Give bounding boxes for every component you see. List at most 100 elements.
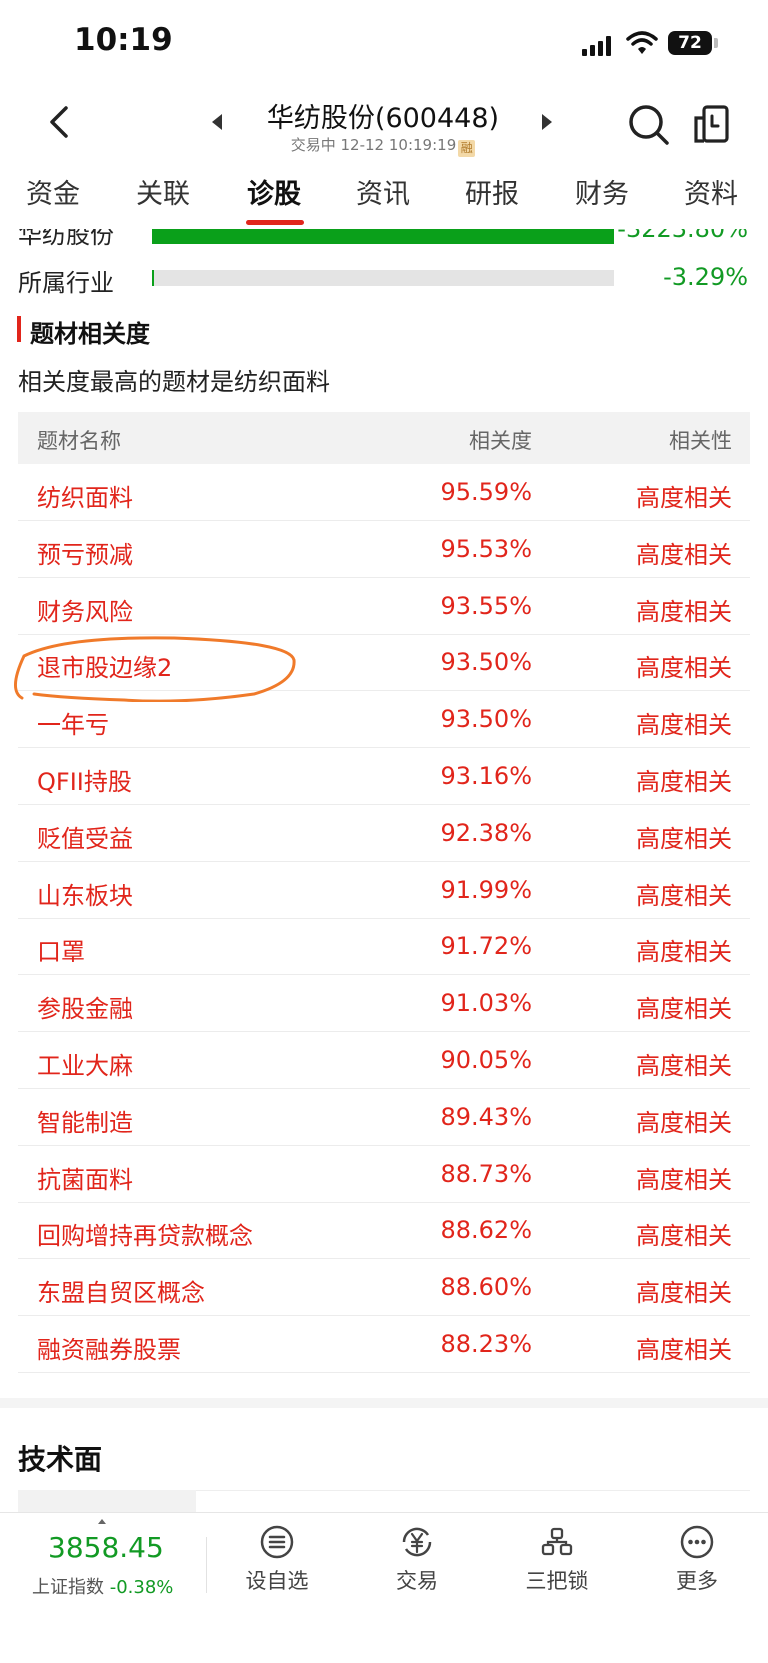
stock-bar-fill bbox=[152, 229, 614, 244]
theme-level: 高度相关 bbox=[636, 938, 732, 967]
theme-level: 高度相关 bbox=[636, 1279, 732, 1308]
theme-name: 抗菌面料 bbox=[37, 1165, 133, 1194]
theme-level: 高度相关 bbox=[636, 711, 732, 740]
index-value[interactable]: 3858.45 bbox=[48, 1531, 164, 1564]
nav-label: 更多 bbox=[676, 1569, 718, 1593]
column-header-name: 题材名称 bbox=[37, 429, 121, 453]
theme-row[interactable]: 纺织面料 95.59% 高度相关 bbox=[18, 464, 750, 521]
theme-score: 88.60% bbox=[440, 1273, 532, 1302]
theme-level: 高度相关 bbox=[636, 824, 732, 853]
theme-score: 88.62% bbox=[440, 1216, 532, 1245]
theme-name: 纺织面料 bbox=[37, 484, 133, 512]
theme-row[interactable]: 工业大麻 90.05% 高度相关 bbox=[18, 1032, 750, 1089]
theme-score: 88.73% bbox=[440, 1159, 532, 1188]
theme-name: 口罩 bbox=[37, 938, 85, 967]
stock-bar-row: 华纺股份 -3223.80% bbox=[0, 229, 768, 255]
section-marker bbox=[17, 316, 21, 342]
back-icon[interactable] bbox=[44, 104, 74, 140]
stock-status: 交易中 12-12 10:19:19 融 bbox=[230, 134, 536, 157]
theme-row[interactable]: 财务风险 93.55% 高度相关 bbox=[18, 578, 750, 635]
theme-score: 90.05% bbox=[440, 1046, 532, 1074]
index-label[interactable]: 上证指数 -0.38% bbox=[32, 1573, 173, 1599]
index-change: -0.38% bbox=[109, 1577, 174, 1598]
nav-watchlist[interactable]: 设自选 bbox=[222, 1525, 332, 1595]
theme-level: 高度相关 bbox=[636, 768, 732, 796]
theme-level: 高度相关 bbox=[636, 1336, 732, 1364]
theme-score: 91.72% bbox=[440, 932, 532, 961]
theme-score: 92.38% bbox=[440, 818, 532, 847]
tab-profile[interactable]: 资料 bbox=[684, 172, 738, 211]
status-time: 10:19 bbox=[74, 22, 173, 58]
lock-group-icon bbox=[541, 1527, 573, 1556]
theme-level: 高度相关 bbox=[636, 484, 732, 512]
column-header-level: 相关性 bbox=[669, 429, 732, 453]
stock-title: 华纺股份(600448) bbox=[266, 103, 500, 134]
theme-name: 工业大麻 bbox=[37, 1052, 133, 1080]
search-icon[interactable] bbox=[628, 104, 670, 146]
theme-level: 高度相关 bbox=[636, 597, 732, 626]
bar-value: -3.29% bbox=[663, 263, 748, 291]
section-gap bbox=[0, 1398, 768, 1408]
share-icon[interactable] bbox=[692, 104, 730, 144]
theme-name: 融资融券股票 bbox=[37, 1336, 181, 1364]
next-stock-icon[interactable] bbox=[542, 114, 552, 130]
caret-up-icon[interactable] bbox=[98, 1519, 106, 1524]
tab-related[interactable]: 关联 bbox=[136, 172, 190, 211]
industry-bar-fill bbox=[152, 270, 154, 286]
theme-score: 93.50% bbox=[440, 705, 532, 734]
section-title: 题材相关度 bbox=[30, 320, 150, 348]
theme-level: 高度相关 bbox=[636, 995, 732, 1024]
tab-diagnosis[interactable]: 诊股 bbox=[247, 172, 301, 211]
list-icon bbox=[260, 1525, 294, 1559]
tab-research[interactable]: 研报 bbox=[465, 172, 519, 211]
theme-score: 95.59% bbox=[440, 478, 532, 506]
theme-score: 91.99% bbox=[440, 875, 532, 904]
theme-level: 高度相关 bbox=[636, 1222, 732, 1251]
yen-exchange-icon bbox=[402, 1527, 432, 1557]
prev-stock-icon[interactable] bbox=[212, 114, 222, 130]
theme-name: 回购增持再贷款概念 bbox=[37, 1222, 253, 1251]
bar-track bbox=[152, 270, 614, 286]
theme-name: 东盟自贸区概念 bbox=[37, 1279, 205, 1308]
divider bbox=[206, 1537, 207, 1593]
theme-row[interactable]: 山东板块 91.99% 高度相关 bbox=[18, 862, 750, 919]
theme-row[interactable]: 智能制造 89.43% 高度相关 bbox=[18, 1089, 750, 1146]
theme-name: QFII持股 bbox=[37, 768, 132, 796]
theme-name: 一年亏 bbox=[37, 711, 109, 740]
theme-row[interactable]: QFII持股 93.16% 高度相关 bbox=[18, 748, 750, 805]
theme-row[interactable]: 口罩 91.72% 高度相关 bbox=[18, 918, 750, 976]
bar-label: 华纺股份 bbox=[18, 229, 114, 249]
divider bbox=[196, 1490, 750, 1491]
tab-news[interactable]: 资讯 bbox=[356, 172, 410, 211]
theme-name: 预亏预减 bbox=[37, 540, 133, 569]
section-subtitle: 相关度最高的题材是纺织面料 bbox=[18, 368, 330, 396]
theme-row[interactable]: 抗菌面料 88.73% 高度相关 bbox=[18, 1146, 750, 1203]
margin-badge: 融 bbox=[458, 140, 476, 157]
theme-score: 88.23% bbox=[440, 1330, 532, 1358]
tab-finance[interactable]: 财务 bbox=[575, 172, 629, 211]
active-tab-indicator bbox=[246, 220, 304, 225]
theme-score: 93.50% bbox=[440, 648, 532, 677]
theme-row[interactable]: 预亏预减 95.53% 高度相关 bbox=[18, 521, 750, 578]
wifi-icon bbox=[626, 31, 658, 54]
theme-level: 高度相关 bbox=[636, 540, 732, 569]
nav-trade[interactable]: 交易 bbox=[362, 1525, 472, 1595]
theme-row[interactable]: 融资融券股票 88.23% 高度相关 bbox=[18, 1316, 750, 1373]
nav-label: 设自选 bbox=[245, 1569, 309, 1593]
nav-three-locks[interactable]: 三把锁 bbox=[502, 1525, 612, 1595]
more-icon bbox=[680, 1525, 714, 1559]
bottom-bar: 3858.45 上证指数 -0.38% 设自选 交易 三把锁 更多 bbox=[0, 1512, 768, 1663]
nav-more[interactable]: 更多 bbox=[642, 1525, 752, 1595]
theme-row[interactable]: 参股金融 91.03% 高度相关 bbox=[18, 975, 750, 1033]
index-name: 上证指数 bbox=[32, 1577, 104, 1598]
tech-table-header bbox=[18, 1490, 196, 1512]
theme-name: 参股金融 bbox=[37, 995, 133, 1024]
theme-name: 山东板块 bbox=[37, 881, 133, 910]
tab-fund[interactable]: 资金 bbox=[26, 172, 80, 211]
theme-name: 贬值受益 bbox=[37, 824, 133, 853]
theme-name: 智能制造 bbox=[37, 1108, 133, 1137]
tab-bar: 资金 关联 诊股 资讯 研报 财务 资料 bbox=[0, 172, 768, 228]
theme-row[interactable]: 回购增持再贷款概念 88.62% 高度相关 bbox=[18, 1202, 750, 1260]
theme-row[interactable]: 贬值受益 92.38% 高度相关 bbox=[18, 805, 750, 862]
theme-row[interactable]: 东盟自贸区概念 88.60% 高度相关 bbox=[18, 1259, 750, 1317]
